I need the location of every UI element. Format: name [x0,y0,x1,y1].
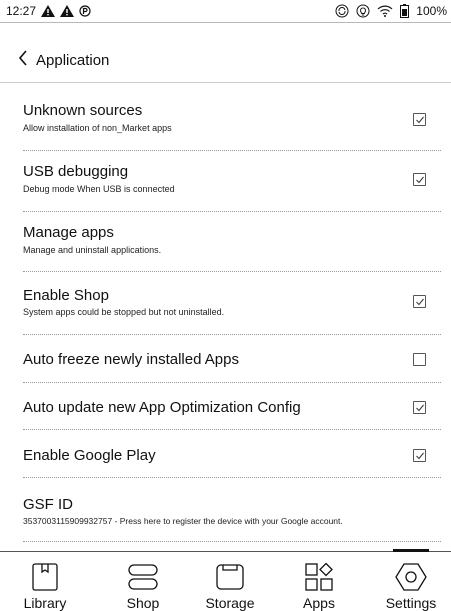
warning-icon [41,5,56,17]
usb-debugging-checkbox[interactable] [413,173,426,186]
shop-icon [128,562,158,592]
enable-google-play-checkbox[interactable] [413,449,426,462]
setting-enable-shop[interactable]: Enable Shop System apps could be stopped… [0,272,451,335]
nav-library[interactable]: Library [0,552,90,611]
status-time: 12:27 [6,4,37,18]
storage-icon [216,562,244,592]
setting-auto-freeze[interactable]: Auto freeze newly installed Apps [0,335,451,383]
setting-subtitle: System apps could be stopped but not uni… [23,307,225,317]
nav-storage[interactable]: Storage [185,552,275,611]
unknown-sources-checkbox[interactable] [413,113,426,126]
battery-percentage: 100% [416,4,447,18]
nav-label: Storage [205,595,255,611]
checkmark-icon [416,116,424,124]
setting-unknown-sources[interactable]: Unknown sources Allow installation of no… [0,96,451,151]
nav-shop[interactable]: Shop [98,552,188,611]
setting-title: Enable Shop [23,287,109,304]
setting-title: Enable Google Play [23,447,156,464]
nav-apps[interactable]: Apps [274,552,364,611]
settings-icon [395,562,427,592]
setting-subtitle: 3537003115909932757 - Press here to regi… [23,516,343,526]
checkmark-icon [416,404,424,412]
setting-title: USB debugging [23,163,129,180]
back-button[interactable]: Application [0,49,110,71]
checkmark-icon [416,452,424,460]
setting-title: Unknown sources [23,102,143,119]
setting-title: GSF ID [23,496,74,513]
setting-title: Auto freeze newly installed Apps [23,351,239,368]
row-divider [23,541,441,542]
setting-manage-apps[interactable]: Manage apps Manage and uninstall applica… [0,212,451,272]
nav-label: Apps [303,595,335,611]
setting-usb-debugging[interactable]: USB debugging Debug mode When USB is con… [0,151,451,212]
checkmark-icon [416,298,424,306]
setting-subtitle: Manage and uninstall applications. [23,245,162,255]
row-divider [23,429,441,430]
enable-shop-checkbox[interactable] [413,295,426,308]
battery-icon [400,4,410,18]
setting-enable-google-play[interactable]: Enable Google Play [0,431,451,479]
library-icon [32,562,58,592]
setting-subtitle: Debug mode When USB is connected [23,184,175,194]
nav-label: Shop [126,595,160,611]
page-header: Application [0,44,451,76]
chevron-left-icon [18,49,28,71]
auto-freeze-checkbox[interactable] [413,353,426,366]
p-notification-icon [79,5,91,17]
apps-icon [305,562,333,592]
status-bar: 12:27 100% [0,0,451,23]
setting-subtitle: Allow installation of non_Market apps [23,123,172,133]
bottom-nav: Library Shop Storage Apps Settings [0,549,451,611]
nav-label: Library [23,595,67,611]
setting-gsf-id[interactable]: GSF ID 3537003115909932757 - Press here … [0,479,451,542]
header-divider [0,82,451,83]
checkmark-icon [416,176,424,184]
setting-title: Manage apps [23,224,114,241]
nav-settings[interactable]: Settings [366,552,451,611]
sync-icon [335,4,349,18]
auto-update-config-checkbox[interactable] [413,401,426,414]
setting-auto-update-config[interactable]: Auto update new App Optimization Config [0,383,451,431]
setting-title: Auto update new App Optimization Config [23,399,301,416]
page-title: Application [36,51,110,69]
row-divider [23,477,441,478]
wifi-icon [377,5,393,17]
bulb-icon [356,4,370,18]
nav-label: Settings [385,595,437,611]
warning-icon [60,5,75,17]
